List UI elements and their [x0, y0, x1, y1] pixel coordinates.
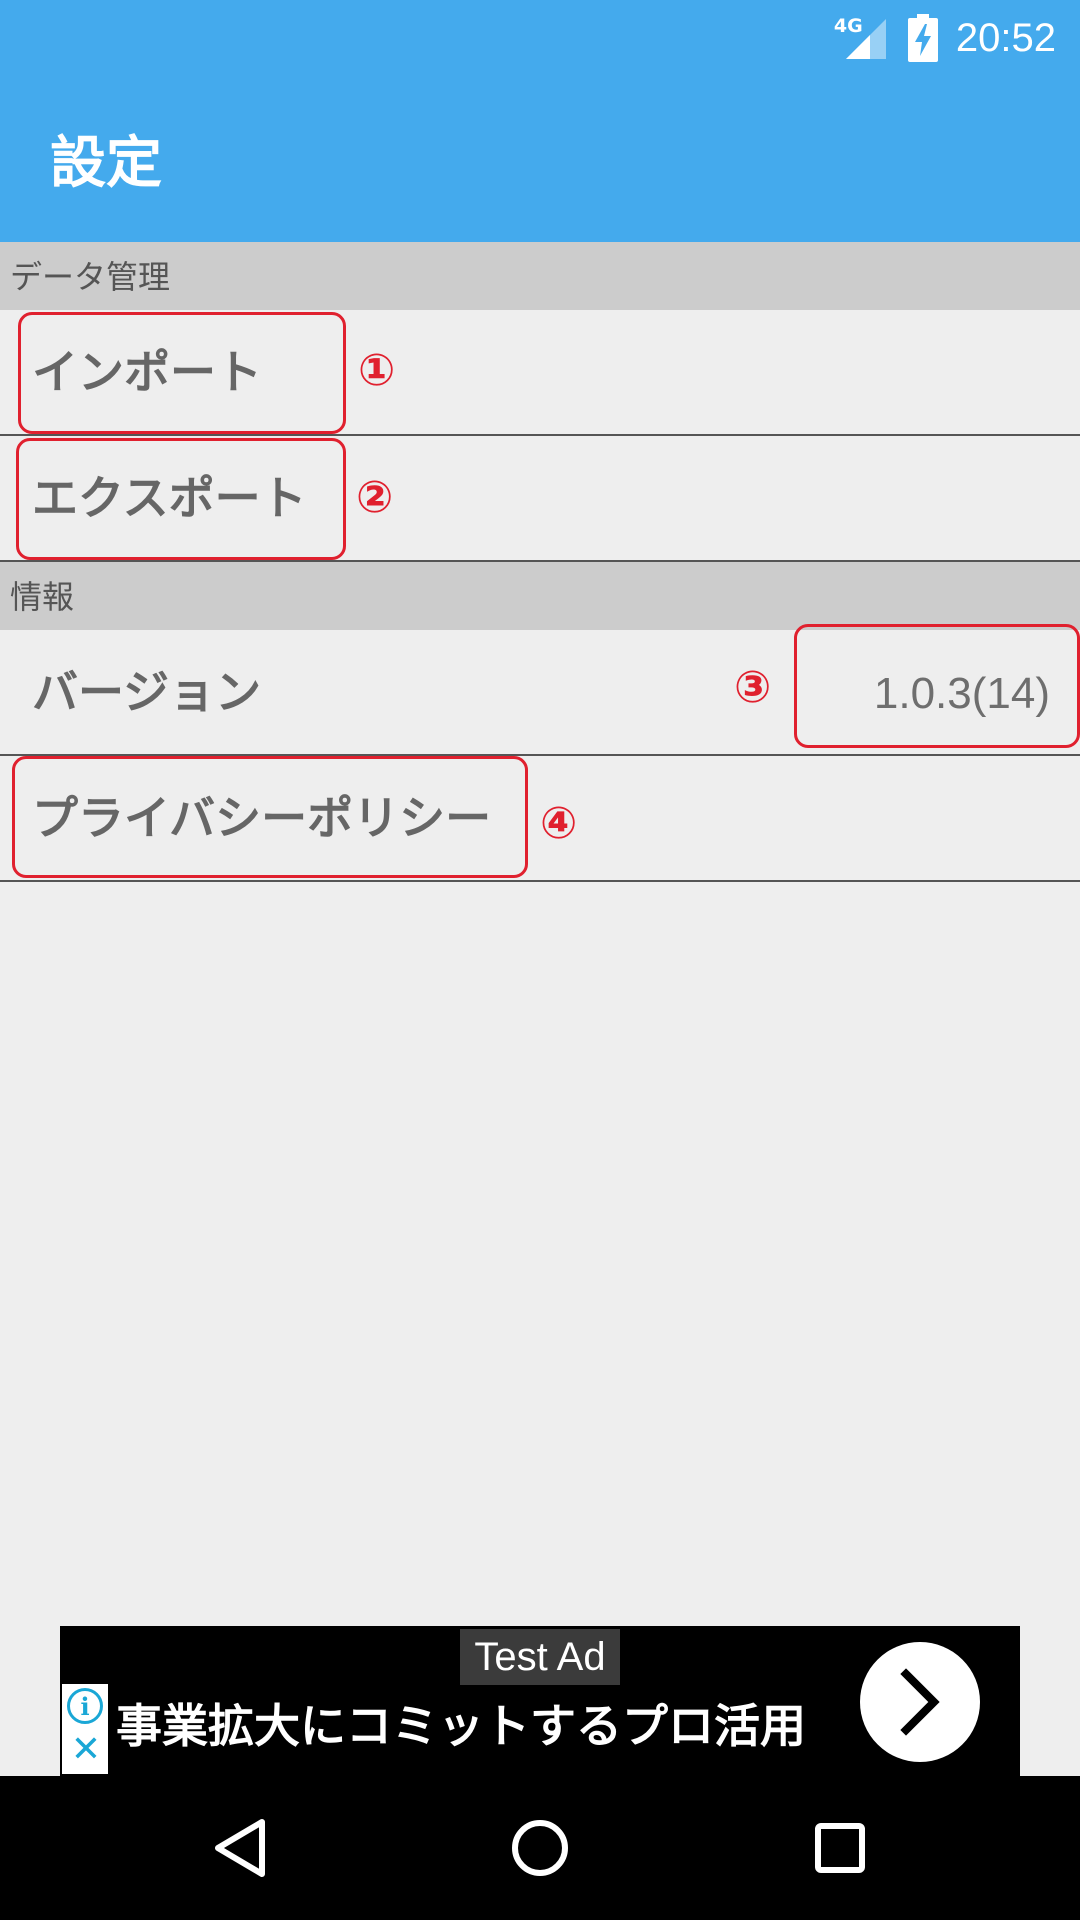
annotation-marker-3: ③ [734, 662, 772, 713]
chevron-right-icon [900, 1668, 940, 1736]
close-icon[interactable]: ✕ [68, 1732, 104, 1768]
back-triangle-icon [215, 1819, 265, 1877]
annotation-box-2 [16, 438, 346, 560]
section-header-data-management: データ管理 [0, 242, 1080, 310]
page-title: 設定 [50, 131, 162, 196]
network-type-label: 4G [833, 15, 863, 37]
system-nav-bar [0, 1776, 1080, 1920]
section-header-info: 情報 [0, 562, 1080, 630]
settings-item-label: バージョン [32, 665, 262, 719]
back-button[interactable] [204, 1812, 276, 1884]
annotation-box-1 [18, 312, 346, 434]
annotation-marker-1: ① [358, 345, 396, 396]
recents-button[interactable] [804, 1812, 876, 1884]
recents-square-icon [815, 1823, 865, 1873]
home-circle-icon [512, 1820, 568, 1876]
annotation-box-3 [794, 624, 1080, 748]
info-icon[interactable]: i [67, 1688, 103, 1724]
ad-banner[interactable]: i ✕ 事業拡大にコミットするプロ活用 Test Ad [60, 1626, 1020, 1776]
test-ad-label: Test Ad [460, 1629, 620, 1685]
status-bar: 4G 20:52 [0, 0, 1080, 76]
ad-headline[interactable]: 事業拡大にコミットするプロ活用 [116, 1676, 806, 1776]
status-indicators: 4G 20:52 [834, 12, 1056, 64]
cell-signal-icon: 4G [834, 15, 890, 61]
battery-charging-icon [907, 14, 938, 62]
annotation-marker-4: ④ [540, 798, 578, 849]
status-time: 20:52 [955, 15, 1056, 60]
ad-open-button[interactable] [860, 1642, 980, 1762]
app-bar: 設定 [0, 76, 1080, 242]
ad-choices: i ✕ [62, 1684, 108, 1774]
home-button[interactable] [504, 1812, 576, 1884]
annotation-marker-2: ② [356, 472, 394, 523]
annotation-box-4 [12, 756, 528, 878]
